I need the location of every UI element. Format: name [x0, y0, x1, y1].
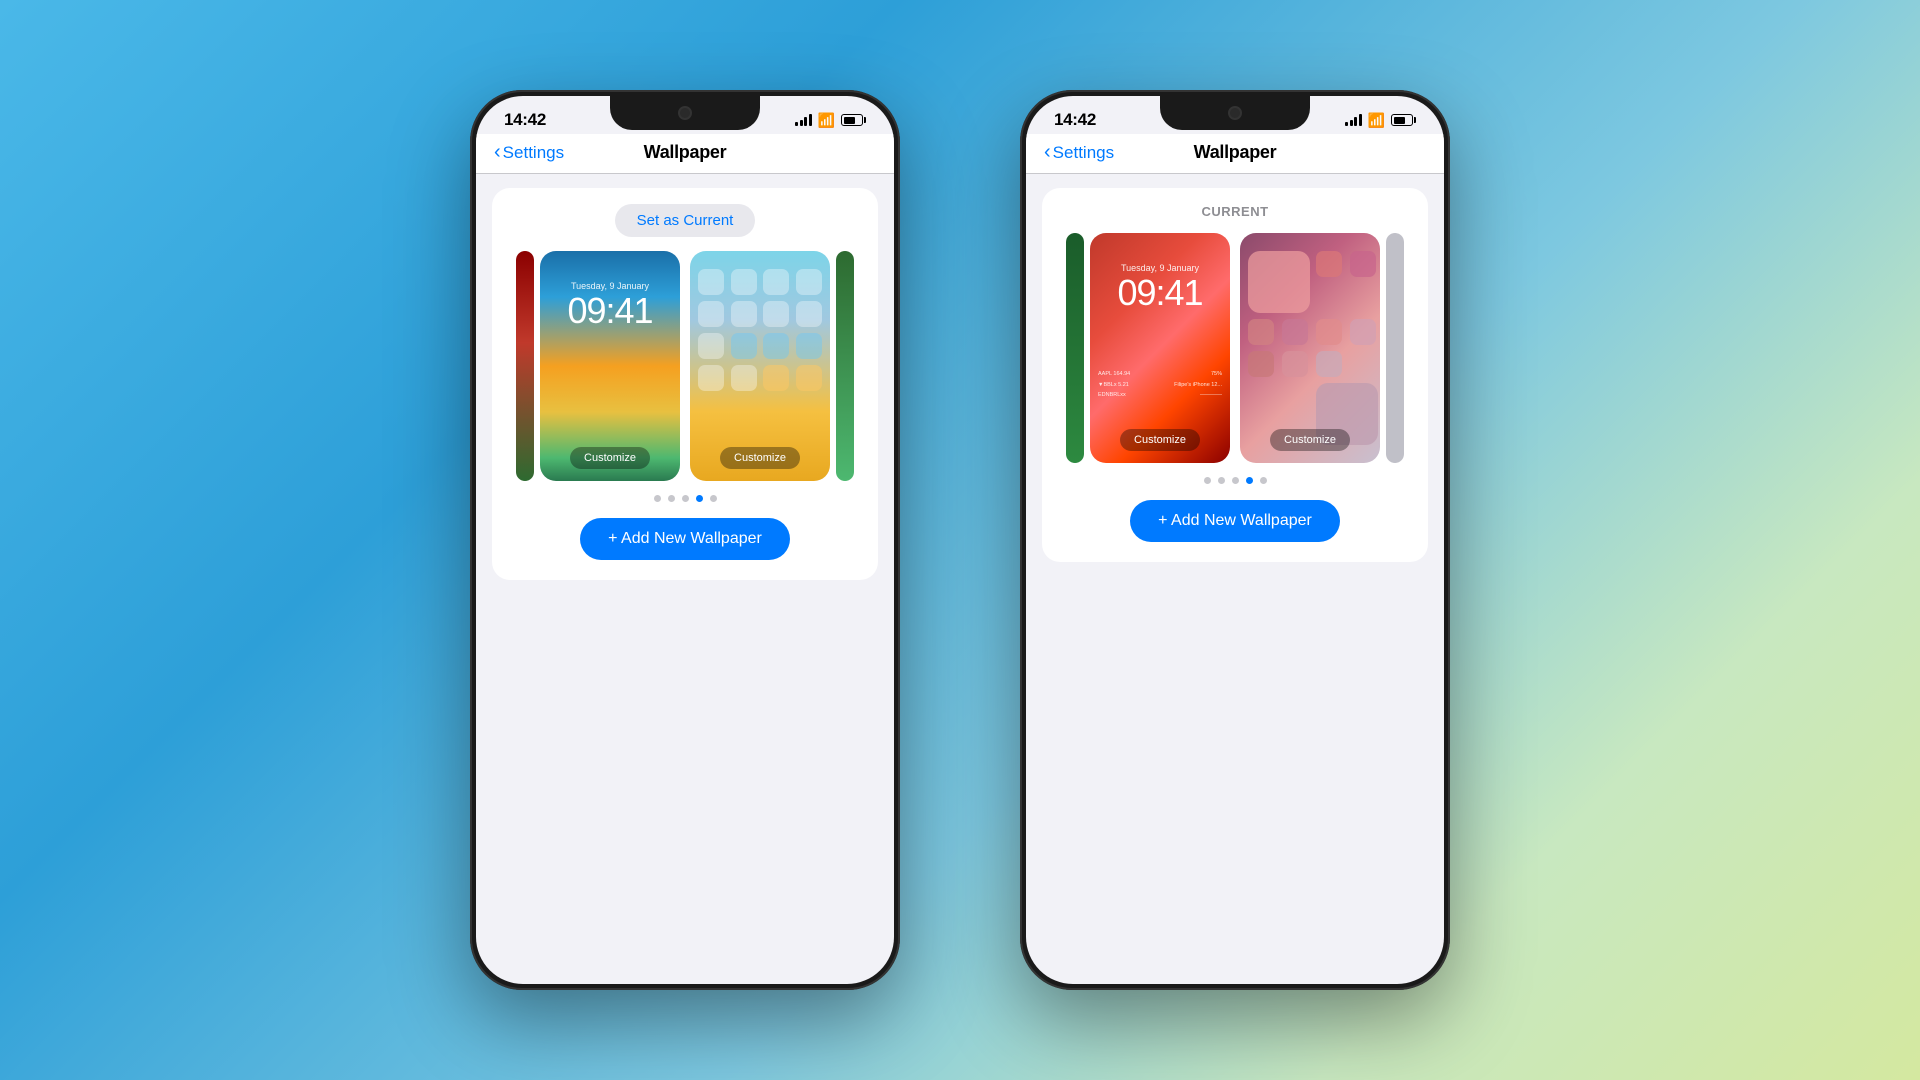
app-icon [763, 269, 789, 295]
app-icon [1316, 251, 1342, 277]
wallpaper-card-2: CURRENT Tuesday, 9 January [1042, 188, 1428, 562]
camera-2 [1228, 106, 1242, 120]
lock-clock-2: 09:41 [1090, 275, 1230, 311]
app-icon [731, 269, 757, 295]
home-icons-1 [698, 269, 822, 391]
notch-2 [1160, 96, 1310, 130]
lock-time-display-1: Tuesday, 9 January 09:41 [540, 281, 680, 329]
phone-2-screen: 14:42 📶 ‹ Se [1026, 96, 1444, 984]
nav-title-2: Wallpaper [1194, 142, 1277, 163]
dot2-5 [1260, 477, 1267, 484]
previews-inner-1: Tuesday, 9 January 09:41 Customize [508, 251, 862, 481]
lock-widgets-2: AAPL 164.94 75% ▼BBLx 5.21 Filipe's iPho… [1098, 371, 1222, 403]
current-label: CURRENT [1201, 204, 1268, 219]
app-icon [1248, 319, 1274, 345]
app-icon [698, 301, 724, 327]
wallpaper-card-1: Set as Current Tuesday, 9 Janua [492, 188, 878, 580]
phone-2: 14:42 📶 ‹ Se [1020, 90, 1450, 990]
back-button-1[interactable]: ‹ Settings [494, 141, 564, 164]
app-icon [698, 333, 724, 359]
home-customize-2[interactable]: Customize [1270, 429, 1350, 451]
back-button-2[interactable]: ‹ Settings [1044, 141, 1114, 164]
app-icon [698, 269, 724, 295]
app-icon [1282, 351, 1308, 377]
app-icon [731, 301, 757, 327]
status-icons-2: 📶 [1345, 112, 1416, 129]
phone-1-screen: 14:42 📶 ‹ Se [476, 96, 894, 984]
app-icon [698, 365, 724, 391]
page-dots-1 [654, 495, 717, 502]
lock-time-display-2: Tuesday, 9 January 09:41 [1090, 263, 1230, 311]
status-icons-1: 📶 [795, 112, 866, 129]
previews-container-2: Tuesday, 9 January 09:41 AAPL 164.94 75%… [1058, 233, 1412, 463]
battery-icon-1 [841, 114, 866, 126]
dot-2 [668, 495, 675, 502]
signal-icon-2 [1345, 114, 1362, 126]
signal-icon-1 [795, 114, 812, 126]
dot-3 [682, 495, 689, 502]
battery-icon-2 [1391, 114, 1416, 126]
back-label-1: Settings [503, 143, 564, 163]
home-customize-1[interactable]: Customize [720, 447, 800, 469]
app-icon [796, 365, 822, 391]
notch-1 [610, 96, 760, 130]
lock-clock-1: 09:41 [540, 293, 680, 329]
dot2-4-active [1246, 477, 1253, 484]
back-arrow-2: ‹ [1044, 141, 1051, 164]
app-icon [1316, 351, 1342, 377]
app-icon [1316, 319, 1342, 345]
wifi-icon-2: 📶 [1368, 112, 1385, 129]
lock-screen-preview-2[interactable]: Tuesday, 9 January 09:41 AAPL 164.94 75%… [1090, 233, 1230, 463]
back-arrow-1: ‹ [494, 141, 501, 164]
set-as-current-button[interactable]: Set as Current [615, 204, 756, 237]
home-screen-preview-1[interactable]: Customize [690, 251, 830, 481]
app-icon [1350, 319, 1376, 345]
dot-4-active [696, 495, 703, 502]
previews-container-1: Tuesday, 9 January 09:41 Customize [508, 251, 862, 481]
dot2-2 [1218, 477, 1225, 484]
lock-customize-2[interactable]: Customize [1120, 429, 1200, 451]
app-icon [763, 333, 789, 359]
screen-content-1: Set as Current Tuesday, 9 Janua [476, 174, 894, 594]
status-time-2: 14:42 [1054, 110, 1096, 130]
dot-5 [710, 495, 717, 502]
app-icon [731, 333, 757, 359]
home-icons-2 [1248, 251, 1372, 445]
app-icon [763, 301, 789, 327]
app-icon [763, 365, 789, 391]
nav-bar-2: ‹ Settings Wallpaper [1026, 134, 1444, 174]
add-wallpaper-button-2[interactable]: + Add New Wallpaper [1130, 500, 1340, 542]
lock-customize-1[interactable]: Customize [570, 447, 650, 469]
nav-bar-1: ‹ Settings Wallpaper [476, 134, 894, 174]
camera-1 [678, 106, 692, 120]
status-time-1: 14:42 [504, 110, 546, 130]
app-icon [796, 269, 822, 295]
lock-screen-preview-1[interactable]: Tuesday, 9 January 09:41 Customize [540, 251, 680, 481]
nav-title-1: Wallpaper [644, 142, 727, 163]
app-icon [1282, 319, 1308, 345]
app-icon [796, 301, 822, 327]
back-label-2: Settings [1053, 143, 1114, 163]
page-dots-2 [1204, 477, 1267, 484]
screen-content-2: CURRENT Tuesday, 9 January [1026, 174, 1444, 576]
dot2-1 [1204, 477, 1211, 484]
app-icon [796, 333, 822, 359]
app-icon [1350, 251, 1376, 277]
dot-1 [654, 495, 661, 502]
app-icon [731, 365, 757, 391]
app-icon [1248, 351, 1274, 377]
dot2-3 [1232, 477, 1239, 484]
add-wallpaper-button-1[interactable]: + Add New Wallpaper [580, 518, 790, 560]
app-icon-wide [1248, 251, 1310, 313]
previews-inner-2: Tuesday, 9 January 09:41 AAPL 164.94 75%… [1058, 233, 1412, 463]
home-screen-preview-2[interactable]: Customize [1240, 233, 1380, 463]
phone-1: 14:42 📶 ‹ Se [470, 90, 900, 990]
wifi-icon-1: 📶 [818, 112, 835, 129]
